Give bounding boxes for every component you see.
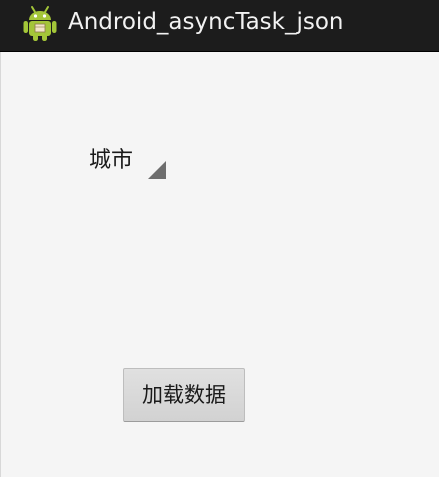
load-data-button[interactable]: 加载数据 xyxy=(123,368,245,422)
city-spinner[interactable]: 城市 xyxy=(88,144,170,180)
content-area: 城市 加载数据 xyxy=(0,52,439,477)
app-title: Android_asyncTask_json xyxy=(68,9,344,35)
android-robot-icon xyxy=(22,3,58,43)
left-edge-divider xyxy=(0,52,1,477)
spinner-dropdown-arrow-icon xyxy=(147,160,167,180)
action-bar: Android_asyncTask_json xyxy=(0,0,439,52)
city-spinner-value: 城市 xyxy=(89,148,134,173)
